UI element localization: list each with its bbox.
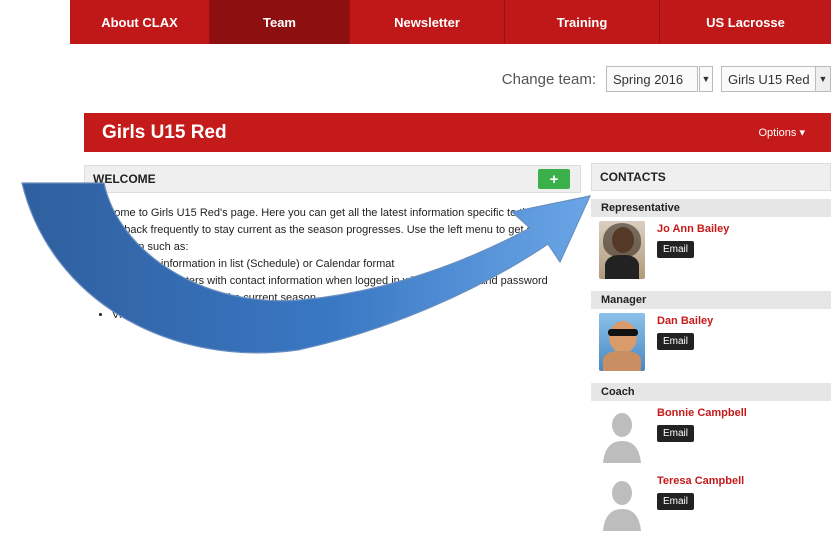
change-team: Change team: Spring 2016 ▼ Girls U15 Red… bbox=[502, 66, 831, 92]
email-button[interactable]: Email bbox=[657, 241, 695, 258]
team-header: Girls U15 Red Options ▾ bbox=[84, 113, 831, 152]
list-item: View team Rosters with contact informati… bbox=[112, 273, 580, 290]
season-dropdown-button[interactable]: ▼ bbox=[699, 66, 713, 92]
contact-name[interactable]: Dan Bailey bbox=[657, 315, 713, 327]
nav-newsletter[interactable]: Newsletter bbox=[350, 0, 505, 44]
team-select[interactable]: Girls U15 Red ▼ bbox=[721, 66, 831, 92]
contact-teresa-campbell: Teresa Campbell Email bbox=[591, 469, 831, 537]
list-item: Schedule information in list (Schedule) … bbox=[112, 256, 580, 273]
welcome-body: Welcome to Girls U15 Red's page. Here yo… bbox=[90, 205, 580, 324]
caret-down-icon: ▼ bbox=[701, 74, 711, 84]
contact-jo-ann-bailey: Jo Ann Bailey Email bbox=[591, 217, 831, 285]
welcome-paragraph: Welcome to Girls U15 Red's page. Here yo… bbox=[90, 207, 570, 253]
team-title: Girls U15 Red bbox=[102, 121, 227, 143]
email-button[interactable]: Email bbox=[657, 493, 695, 510]
welcome-heading: WELCOME bbox=[93, 172, 156, 186]
nav-about-clax[interactable]: About CLAX bbox=[70, 0, 210, 44]
avatar bbox=[599, 313, 645, 371]
nav-team[interactable]: Team bbox=[210, 0, 350, 44]
contact-name[interactable]: Jo Ann Bailey bbox=[657, 223, 729, 235]
list-item: View team schedules for specific Teams (… bbox=[112, 307, 580, 324]
contact-name[interactable]: Bonnie Campbell bbox=[657, 407, 747, 419]
list-item: View game Results for the current season bbox=[112, 290, 580, 307]
avatar-placeholder-icon bbox=[599, 405, 645, 463]
contact-name[interactable]: Teresa Campbell bbox=[657, 475, 744, 487]
email-button[interactable]: Email bbox=[657, 425, 695, 442]
contacts-panel: CONTACTS Representative Jo Ann Bailey Em… bbox=[591, 163, 831, 537]
role-representative: Representative bbox=[591, 199, 831, 217]
avatar bbox=[599, 221, 645, 279]
email-button[interactable]: Email bbox=[657, 333, 695, 350]
season-select[interactable]: Spring 2016 bbox=[606, 66, 698, 92]
contact-dan-bailey: Dan Bailey Email bbox=[591, 309, 831, 377]
welcome-header: WELCOME + bbox=[84, 165, 581, 193]
contacts-heading: CONTACTS bbox=[591, 163, 831, 191]
avatar-placeholder-icon bbox=[599, 473, 645, 531]
role-coach: Coach bbox=[591, 383, 831, 401]
top-nav: About CLAX Team Newsletter Training US L… bbox=[70, 0, 831, 44]
nav-training[interactable]: Training bbox=[505, 0, 660, 44]
add-button[interactable]: + bbox=[538, 169, 570, 189]
welcome-list: Schedule information in list (Schedule) … bbox=[90, 256, 580, 324]
options-menu[interactable]: Options ▾ bbox=[759, 126, 806, 139]
role-manager: Manager bbox=[591, 291, 831, 309]
contact-bonnie-campbell: Bonnie Campbell Email bbox=[591, 401, 831, 469]
caret-down-icon: ▼ bbox=[815, 67, 830, 91]
nav-us-lacrosse[interactable]: US Lacrosse bbox=[660, 0, 831, 44]
change-team-label: Change team: bbox=[501, 70, 596, 88]
